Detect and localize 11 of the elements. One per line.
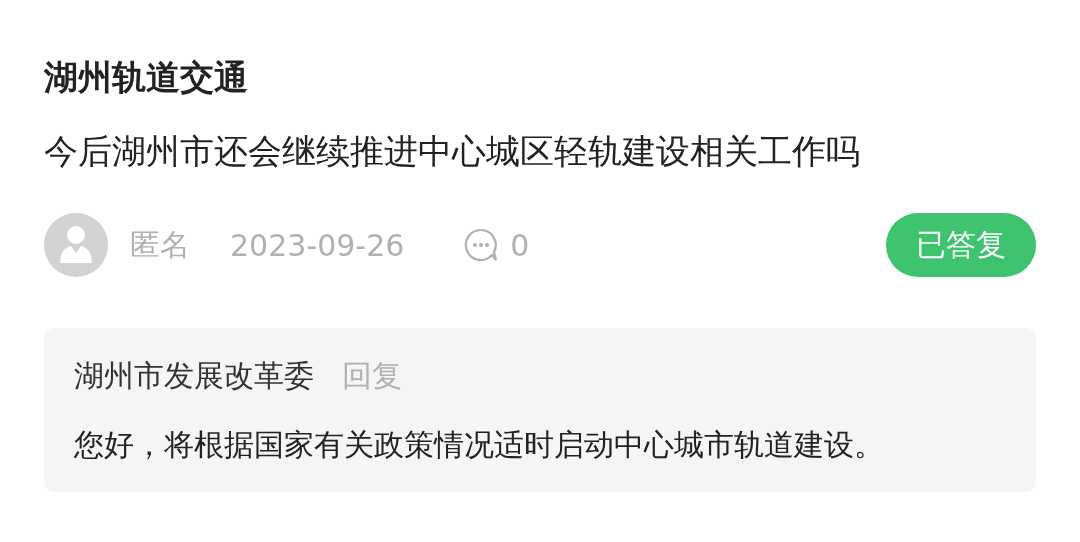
reply-label: 回复 [342,357,402,395]
comment-icon[interactable] [464,228,499,262]
post-date: 2023-09-26 [230,227,405,263]
reply-text: 您好，将根据国家有关政策情况适时启动中心城市轨道建设。 [74,426,885,464]
comment-count: 0 [510,227,530,263]
status-badge: 已答复 [886,213,1036,277]
author-name: 匿名 [130,225,190,264]
avatar-icon [44,213,108,277]
department-name: 湖州市发展改革委 [74,357,314,395]
category-title: 湖州轨道交通 [44,56,249,99]
question-text: 今后湖州市还会继续推进中心城区轻轨建设相关工作吗 [44,130,861,173]
